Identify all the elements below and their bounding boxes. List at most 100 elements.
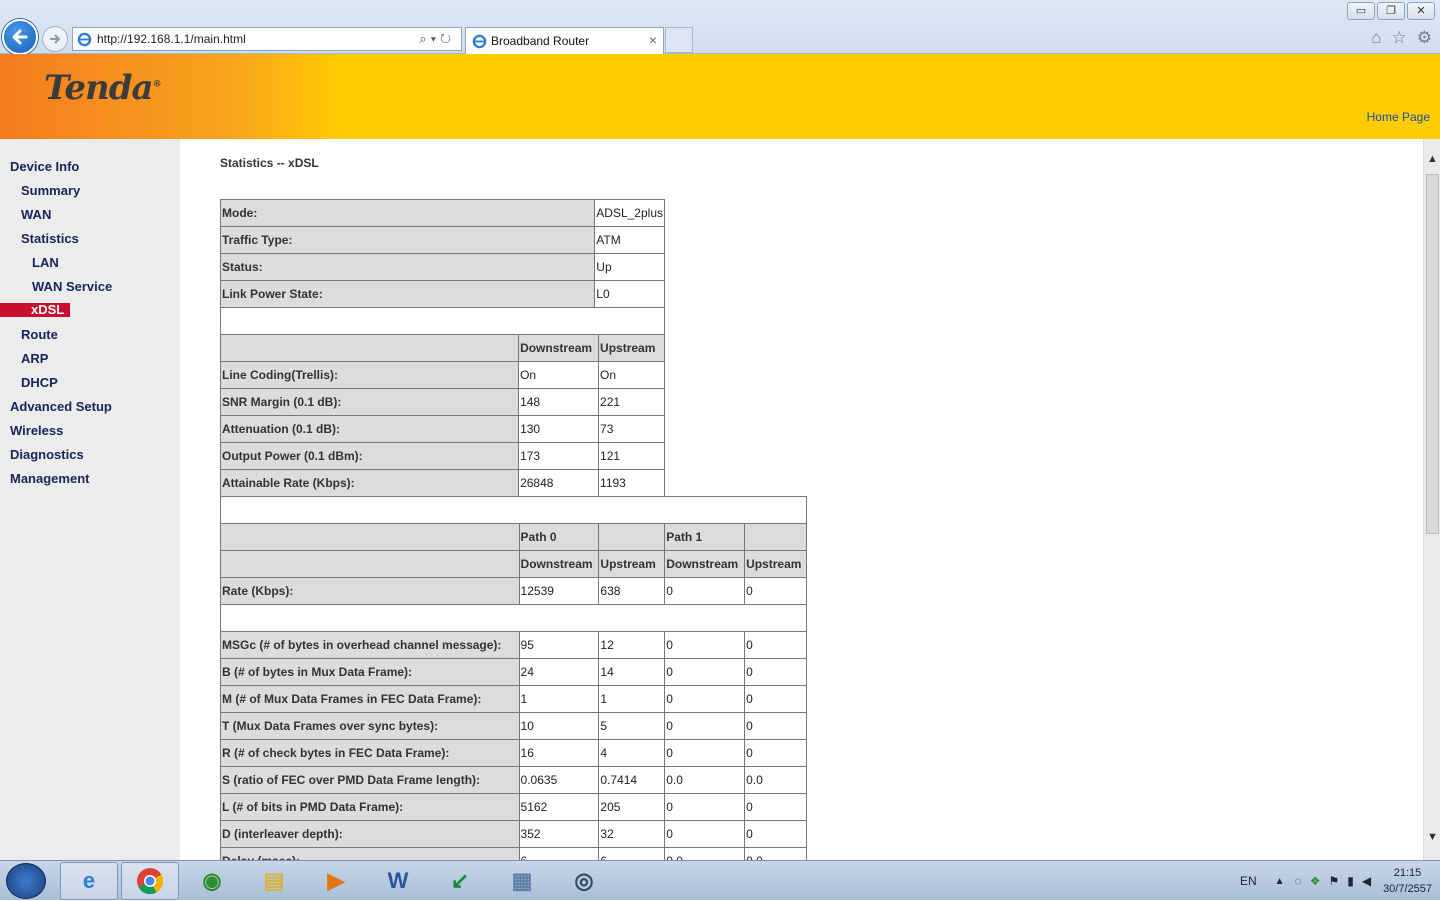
row-label: L (# of bits in PMD Data Frame): xyxy=(220,793,520,821)
chrome-icon[interactable] xyxy=(121,862,179,900)
header-upstream: Upstream xyxy=(744,550,807,578)
sidebar-item-wireless[interactable]: Wireless xyxy=(10,423,63,438)
ie-page-icon xyxy=(77,32,92,47)
cell-value: 0.7414 xyxy=(598,766,666,794)
cell-value: 0 xyxy=(744,712,807,740)
tab-broadband-router[interactable]: Broadband Router × xyxy=(465,27,664,54)
table-row xyxy=(220,604,807,632)
camera-icon[interactable]: ◎ xyxy=(555,862,613,900)
row-label: Attenuation (0.1 dB): xyxy=(219,415,520,443)
cell-value: 5162 xyxy=(518,793,600,821)
sidebar-item-wan-service[interactable]: WAN Service xyxy=(32,279,112,294)
download-icon[interactable]: ↙ xyxy=(431,862,489,900)
forward-arrow-icon xyxy=(50,34,61,44)
sidebar-item-statistics[interactable]: Statistics xyxy=(21,231,79,246)
clock[interactable]: 21:15 30/7/2557 xyxy=(1383,865,1432,897)
sidebar-item-route[interactable]: Route xyxy=(21,327,58,342)
row-label: Output Power (0.1 dBm): xyxy=(219,442,520,470)
table-row xyxy=(220,307,665,335)
header-path1: Path 1 xyxy=(664,523,746,551)
table-row: Status: Up xyxy=(219,253,665,281)
info-label: Status: xyxy=(219,253,596,281)
new-tab-button[interactable] xyxy=(665,27,693,53)
signal-icon[interactable]: ▮ xyxy=(1347,874,1354,888)
tab-close-icon[interactable]: × xyxy=(649,32,657,48)
downstream-value: On xyxy=(518,361,600,389)
close-window-button[interactable]: ✕ xyxy=(1407,2,1435,20)
scroll-up-icon[interactable]: ▲ xyxy=(1427,153,1438,165)
cell-value: 0 xyxy=(664,631,746,659)
table-row: Downstream Upstream xyxy=(219,334,665,362)
header-upstream: Upstream xyxy=(598,334,665,362)
gear-icon[interactable]: ⚙ xyxy=(1417,28,1432,48)
sync-icon[interactable]: ◌ xyxy=(1295,874,1302,888)
back-button[interactable] xyxy=(2,19,38,55)
sidebar-item-summary[interactable]: Summary xyxy=(21,183,80,198)
forward-button[interactable] xyxy=(42,26,68,52)
address-bar[interactable]: http://192.168.1.1/main.html ⌕▾↻ xyxy=(72,27,462,51)
empty-header xyxy=(598,523,666,551)
ie-tab-icon xyxy=(472,34,487,49)
cell-value: 0.0 xyxy=(664,847,746,860)
downstream-value: 173 xyxy=(518,442,600,470)
calculator-icon[interactable]: ▦ xyxy=(493,862,551,900)
browser-chrome: http://192.168.1.1/main.html ⌕▾↻ Broadba… xyxy=(0,0,1440,55)
cell-value: 6 xyxy=(598,847,666,860)
scrollbar-thumb[interactable] xyxy=(1426,174,1439,534)
sidebar-item-wan[interactable]: WAN xyxy=(21,207,51,222)
sidebar-item-arp[interactable]: ARP xyxy=(21,351,48,366)
sidebar-item-xdsl[interactable]: xDSL xyxy=(0,303,70,317)
search-refresh-icons[interactable]: ⌕▾↻ xyxy=(419,31,455,47)
cell-value: 6 xyxy=(518,847,600,860)
explorer-icon[interactable]: ▤ xyxy=(245,862,303,900)
ie-icon[interactable]: e xyxy=(60,862,118,900)
word-icon[interactable]: W xyxy=(369,862,427,900)
home-page-link[interactable]: Home Page xyxy=(1367,110,1430,124)
globe-icon[interactable]: ◉ xyxy=(183,862,241,900)
header-downstream: Downstream xyxy=(664,550,746,578)
language-indicator[interactable]: EN xyxy=(1240,874,1257,888)
sidebar-item-dhcp[interactable]: DHCP xyxy=(21,375,58,390)
row-label: MSGc (# of bytes in overhead channel mes… xyxy=(220,631,520,659)
table-row: R (# of check bytes in FEC Data Frame): 1… xyxy=(220,739,807,767)
row-label: S (ratio of FEC over PMD Data Frame leng… xyxy=(220,766,520,794)
spacer-cell xyxy=(220,307,665,335)
sidebar-item-device-info[interactable]: Device Info xyxy=(10,159,79,174)
table-row: Link Power State: L0 xyxy=(219,280,665,308)
network-globe-icon[interactable]: ❖ xyxy=(1310,874,1321,888)
cell-value: 10 xyxy=(518,712,600,740)
table-row: M (# of Mux Data Frames in FEC Data Fram… xyxy=(220,685,807,713)
info-value: ATM xyxy=(594,226,665,254)
info-label: Traffic Type: xyxy=(219,226,596,254)
cell-value: 0 xyxy=(664,658,746,686)
row-label: R (# of check bytes in FEC Data Frame): xyxy=(220,739,520,767)
spacer-cell xyxy=(220,604,807,632)
cell-value: 0.0 xyxy=(664,766,746,794)
cell-value: 0 xyxy=(744,793,807,821)
table-row: Attainable Rate (Kbps): 26848 1193 xyxy=(219,469,665,497)
taskbar: e ◉ ▤ ▶ W ↙ ▦ ◎ EN ▲ ◌ ❖ ⚑ ▮ ◀ 21:15 30/… xyxy=(0,860,1440,900)
spacer-cell xyxy=(220,496,807,524)
scroll-down-icon[interactable]: ▼ xyxy=(1427,831,1438,843)
action-center-flag-icon[interactable]: ⚑ xyxy=(1328,874,1339,888)
sidebar-item-management[interactable]: Management xyxy=(10,471,89,486)
volume-icon[interactable]: ◀ xyxy=(1362,874,1371,888)
show-hidden-icons[interactable]: ▲ xyxy=(1275,876,1285,887)
info-value: Up xyxy=(594,253,665,281)
media-player-icon[interactable]: ▶ xyxy=(307,862,365,900)
home-icon[interactable]: ⌂ xyxy=(1371,28,1381,48)
star-icon[interactable]: ☆ xyxy=(1392,28,1407,48)
cell-value: 352 xyxy=(518,820,600,848)
table-row xyxy=(220,496,807,524)
address-url[interactable]: http://192.168.1.1/main.html xyxy=(97,32,246,46)
sidebar-item-advanced-setup[interactable]: Advanced Setup xyxy=(10,399,112,414)
table-row: Delay (msec):660.00.0 xyxy=(220,847,807,860)
vertical-scrollbar[interactable]: ▲ ▼ xyxy=(1423,139,1440,860)
start-button[interactable] xyxy=(6,863,46,899)
restore-button[interactable]: ❐ xyxy=(1377,2,1405,20)
header-downstream: Downstream xyxy=(518,334,600,362)
minimize-button[interactable]: ▭ xyxy=(1347,2,1375,20)
sidebar-item-lan[interactable]: LAN xyxy=(32,255,59,270)
sidebar-item-diagnostics[interactable]: Diagnostics xyxy=(10,447,84,462)
cell-value: 205 xyxy=(598,793,666,821)
